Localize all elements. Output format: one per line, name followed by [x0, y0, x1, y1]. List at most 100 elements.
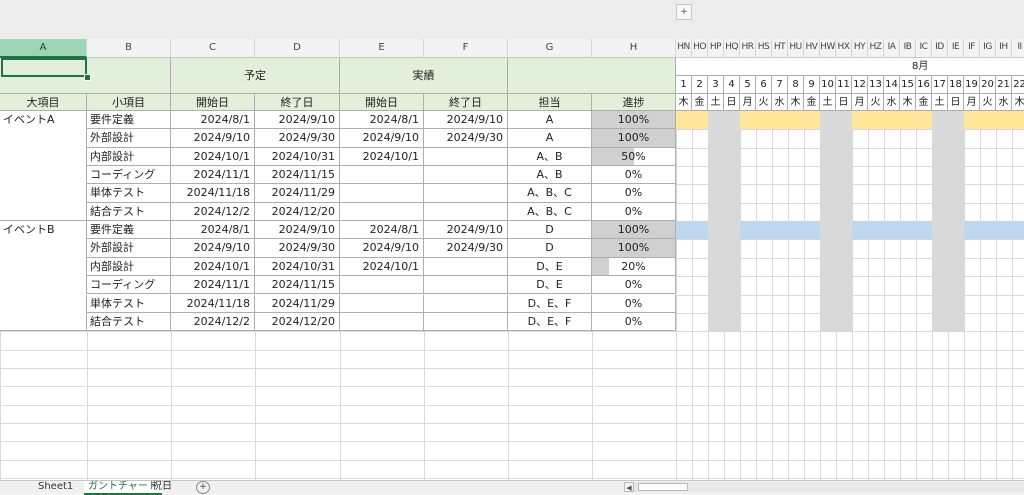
column-header-ia[interactable]: IA [884, 39, 900, 58]
cell-e-row[interactable] [340, 166, 424, 185]
cell-f-row[interactable]: 2024/9/10 [424, 111, 508, 130]
header-merged-gh[interactable] [508, 58, 676, 94]
cell-g-row[interactable]: D、E [508, 257, 592, 277]
progress-cell[interactable]: 0% [592, 294, 676, 313]
cell-b-row[interactable]: 単体テスト [87, 184, 171, 203]
cell-d-row[interactable]: 2024/9/30 [255, 239, 340, 258]
cell-b-row[interactable]: 要件定義 [87, 221, 171, 240]
cell-g-row[interactable]: A [508, 129, 592, 148]
cell-c-row[interactable]: 2024/9/10 [171, 239, 255, 258]
cell-e-row[interactable]: 2024/10/1 [340, 147, 424, 167]
cell-d-row[interactable]: 2024/9/10 [255, 221, 340, 240]
column-header-ii[interactable]: II [1012, 39, 1024, 58]
cell-e-row[interactable] [340, 276, 424, 295]
cell-c-row[interactable]: 2024/12/2 [171, 202, 255, 222]
cell-d-row[interactable]: 2024/10/31 [255, 147, 340, 167]
day-number-17[interactable]: 17 [932, 76, 948, 94]
cell-f-row[interactable]: 2024/9/30 [424, 239, 508, 258]
cell-f-row[interactable]: 2024/9/10 [424, 221, 508, 240]
progress-cell[interactable]: 100% [592, 111, 676, 130]
column-header-e[interactable]: E [340, 39, 424, 58]
cell-e-row[interactable]: 2024/9/10 [340, 129, 424, 148]
cell-e-row[interactable]: 2024/9/10 [340, 239, 424, 258]
column-header-ho[interactable]: HO [692, 39, 708, 58]
cell-b-row[interactable]: 外部設計 [87, 239, 171, 258]
cell-c-row[interactable]: 2024/11/18 [171, 294, 255, 313]
progress-cell[interactable]: 50% [592, 147, 676, 167]
day-number-20[interactable]: 20 [980, 76, 996, 94]
day-number-13[interactable]: 13 [868, 76, 884, 94]
day-number-2[interactable]: 2 [692, 76, 708, 94]
cell-d-row[interactable]: 2024/12/20 [255, 202, 340, 222]
cell-c-row[interactable]: 2024/10/1 [171, 257, 255, 277]
weekday-4[interactable]: 日 [724, 94, 740, 111]
progress-cell[interactable]: 100% [592, 129, 676, 148]
cell-a-row[interactable] [0, 166, 87, 185]
cell-f-row[interactable]: 2024/9/30 [424, 129, 508, 148]
cell-f-row[interactable] [424, 184, 508, 203]
day-number-12[interactable]: 12 [852, 76, 868, 94]
group-header-actual[interactable]: 実績 [340, 58, 508, 94]
day-number-9[interactable]: 9 [804, 76, 820, 94]
weekday-9[interactable]: 金 [804, 94, 820, 111]
weekday-6[interactable]: 火 [756, 94, 772, 111]
cell-g-row[interactable]: A、B [508, 166, 592, 185]
column-header-hn[interactable]: HN [676, 39, 692, 58]
cell-c-row[interactable]: 2024/11/18 [171, 184, 255, 203]
weekday-21[interactable]: 水 [996, 94, 1012, 111]
cell-f-row[interactable] [424, 312, 508, 332]
column-header-ib[interactable]: IB [900, 39, 916, 58]
weekday-8[interactable]: 木 [788, 94, 804, 111]
progress-cell[interactable]: 0% [592, 276, 676, 295]
cell-d-row[interactable]: 2024/11/29 [255, 294, 340, 313]
column-header-hs[interactable]: HS [756, 39, 772, 58]
cell-f-row[interactable] [424, 257, 508, 277]
column-header-a[interactable]: A [0, 39, 87, 58]
cell-b-row[interactable]: 結合テスト [87, 312, 171, 332]
column-header-hw[interactable]: HW [820, 39, 836, 58]
weekday-16[interactable]: 金 [916, 94, 932, 111]
cell-g-row[interactable]: D [508, 221, 592, 240]
cell-b-row[interactable]: 外部設計 [87, 129, 171, 148]
weekday-11[interactable]: 日 [836, 94, 852, 111]
cell-f-row[interactable] [424, 202, 508, 222]
column-header-ig[interactable]: IG [980, 39, 996, 58]
cell-g-row[interactable]: D [508, 239, 592, 258]
day-number-19[interactable]: 19 [964, 76, 980, 94]
cell-e-row[interactable] [340, 184, 424, 203]
cell-a-row[interactable] [0, 147, 87, 167]
cell-d-row[interactable]: 2024/9/10 [255, 111, 340, 130]
progress-cell[interactable]: 0% [592, 184, 676, 203]
cell-a-row[interactable] [0, 257, 87, 277]
spreadsheet-grid[interactable]: A B C D E F G H HN HO HP HQ HR HS HT HU HV HW HX HY HZ IA IB IC… [0, 39, 1024, 480]
cell-b-row[interactable]: 内部設計 [87, 257, 171, 277]
cell-a-row[interactable] [0, 276, 87, 295]
column-header-hu[interactable]: HU [788, 39, 804, 58]
cell-e-row[interactable] [340, 294, 424, 313]
column-header-ht[interactable]: HT [772, 39, 788, 58]
column-header-hy[interactable]: HY [852, 39, 868, 58]
column-header-hv[interactable]: HV [804, 39, 820, 58]
cell-c-row[interactable]: 2024/8/1 [171, 221, 255, 240]
column-header-hq[interactable]: HQ [724, 39, 740, 58]
group-header-plan[interactable]: 予定 [171, 58, 340, 94]
sub-header-h[interactable]: 進捗 [592, 94, 676, 111]
weekday-7[interactable]: 水 [772, 94, 788, 111]
progress-cell[interactable]: 0% [592, 202, 676, 222]
sub-header-b[interactable]: 小項目 [87, 94, 171, 111]
sub-header-d[interactable]: 終了日 [255, 94, 340, 111]
day-number-16[interactable]: 16 [916, 76, 932, 94]
scroll-left-arrow-icon[interactable]: ◀ [624, 482, 634, 492]
cell-a-row[interactable]: イベントB [0, 221, 87, 240]
cell-g-row[interactable]: D、E [508, 276, 592, 295]
day-number-21[interactable]: 21 [996, 76, 1012, 94]
column-header-d[interactable]: D [255, 39, 340, 58]
cell-g-row[interactable]: A、B [508, 147, 592, 167]
cell-g-row[interactable]: A、B、C [508, 202, 592, 222]
cell-a-row[interactable] [0, 312, 87, 332]
progress-cell[interactable]: 0% [592, 166, 676, 185]
column-header-if[interactable]: IF [964, 39, 980, 58]
day-number-18[interactable]: 18 [948, 76, 964, 94]
progress-cell[interactable]: 100% [592, 239, 676, 258]
day-number-14[interactable]: 14 [884, 76, 900, 94]
